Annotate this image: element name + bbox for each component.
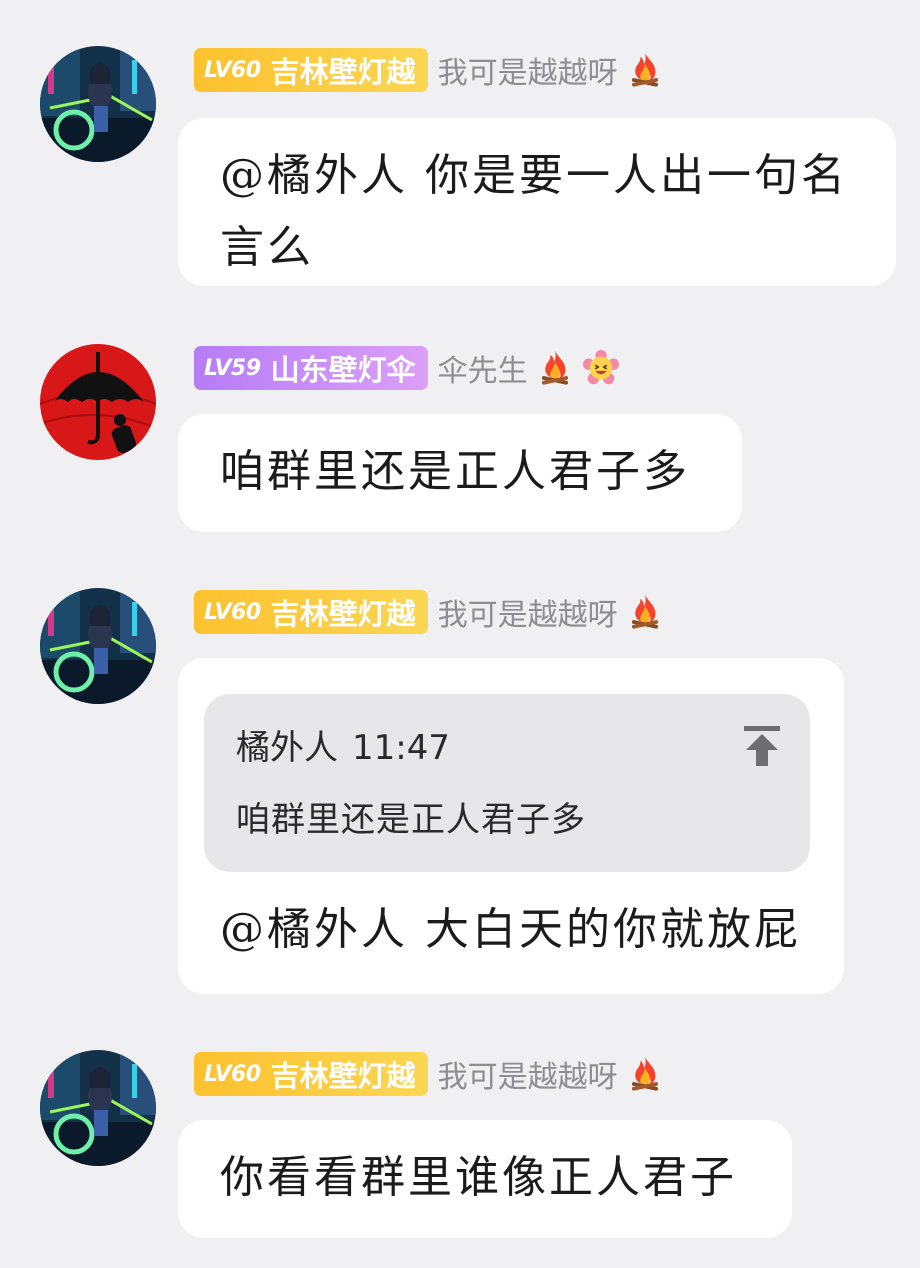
laughing-flower-icon <box>582 349 620 387</box>
level-badge[interactable]: LV59 山东壁灯伞 <box>194 346 428 390</box>
sender-nickname[interactable]: 伞先生 <box>438 346 528 390</box>
level-label: LV60 <box>204 57 261 83</box>
quote-time: 11:47 <box>352 728 450 768</box>
message-text: 咱群里还是正人君子多 <box>220 446 690 497</box>
quote-author: 橘外人 <box>236 728 338 768</box>
level-label: LV60 <box>204 599 261 625</box>
badge-title: 吉林壁灯越 <box>270 55 416 89</box>
level-label: LV59 <box>204 355 261 381</box>
sender-nickname[interactable]: 我可是越越呀 <box>438 590 618 634</box>
quote-text: 咱群里还是正人君子多 <box>236 800 586 840</box>
jump-to-quote-icon[interactable] <box>742 724 782 768</box>
level-label: LV60 <box>204 1061 261 1087</box>
fire-icon <box>626 1055 664 1093</box>
sender-meta: LV59 山东壁灯伞 伞先生 <box>194 346 620 390</box>
sender-meta: LV60 吉林壁灯越 我可是越越呀 <box>194 1052 664 1096</box>
badge-title: 山东壁灯伞 <box>270 353 416 387</box>
avatar[interactable] <box>40 344 156 460</box>
badge-title: 吉林壁灯越 <box>270 597 416 631</box>
message-text: 你看看群里谁像正人君子 <box>220 1152 737 1203</box>
fire-icon <box>626 51 664 89</box>
level-badge[interactable]: LV60 吉林壁灯越 <box>194 1052 428 1096</box>
message-bubble[interactable]: 咱群里还是正人君子多 <box>178 414 742 532</box>
chat-message-list: LV60 吉林壁灯越 我可是越越呀 @橘外人 你是要一人出一句名言么 LV59 … <box>0 0 920 1268</box>
badge-title: 吉林壁灯越 <box>270 1059 416 1093</box>
message-bubble[interactable]: 橘外人 11:47 咱群里还是正人君子多 @橘外人 大白天的你就放屁 <box>178 658 844 994</box>
sender-meta: LV60 吉林壁灯越 我可是越越呀 <box>194 48 664 92</box>
sender-nickname[interactable]: 我可是越越呀 <box>438 48 618 92</box>
message-bubble[interactable]: @橘外人 你是要一人出一句名言么 <box>178 118 896 286</box>
fire-icon <box>626 593 664 631</box>
message-text: @橘外人 大白天的你就放屁 <box>220 904 801 955</box>
sender-meta: LV60 吉林壁灯越 我可是越越呀 <box>194 590 664 634</box>
avatar[interactable] <box>40 588 156 704</box>
message-text: @橘外人 你是要一人出一句名言么 <box>220 150 848 273</box>
avatar[interactable] <box>40 46 156 162</box>
quote-header: 橘外人 11:47 <box>236 720 780 776</box>
message-bubble[interactable]: 你看看群里谁像正人君子 <box>178 1120 792 1238</box>
avatar[interactable] <box>40 1050 156 1166</box>
fire-icon <box>536 349 574 387</box>
quoted-reply[interactable]: 橘外人 11:47 咱群里还是正人君子多 <box>204 694 810 872</box>
level-badge[interactable]: LV60 吉林壁灯越 <box>194 48 428 92</box>
level-badge[interactable]: LV60 吉林壁灯越 <box>194 590 428 634</box>
sender-nickname[interactable]: 我可是越越呀 <box>438 1052 618 1096</box>
